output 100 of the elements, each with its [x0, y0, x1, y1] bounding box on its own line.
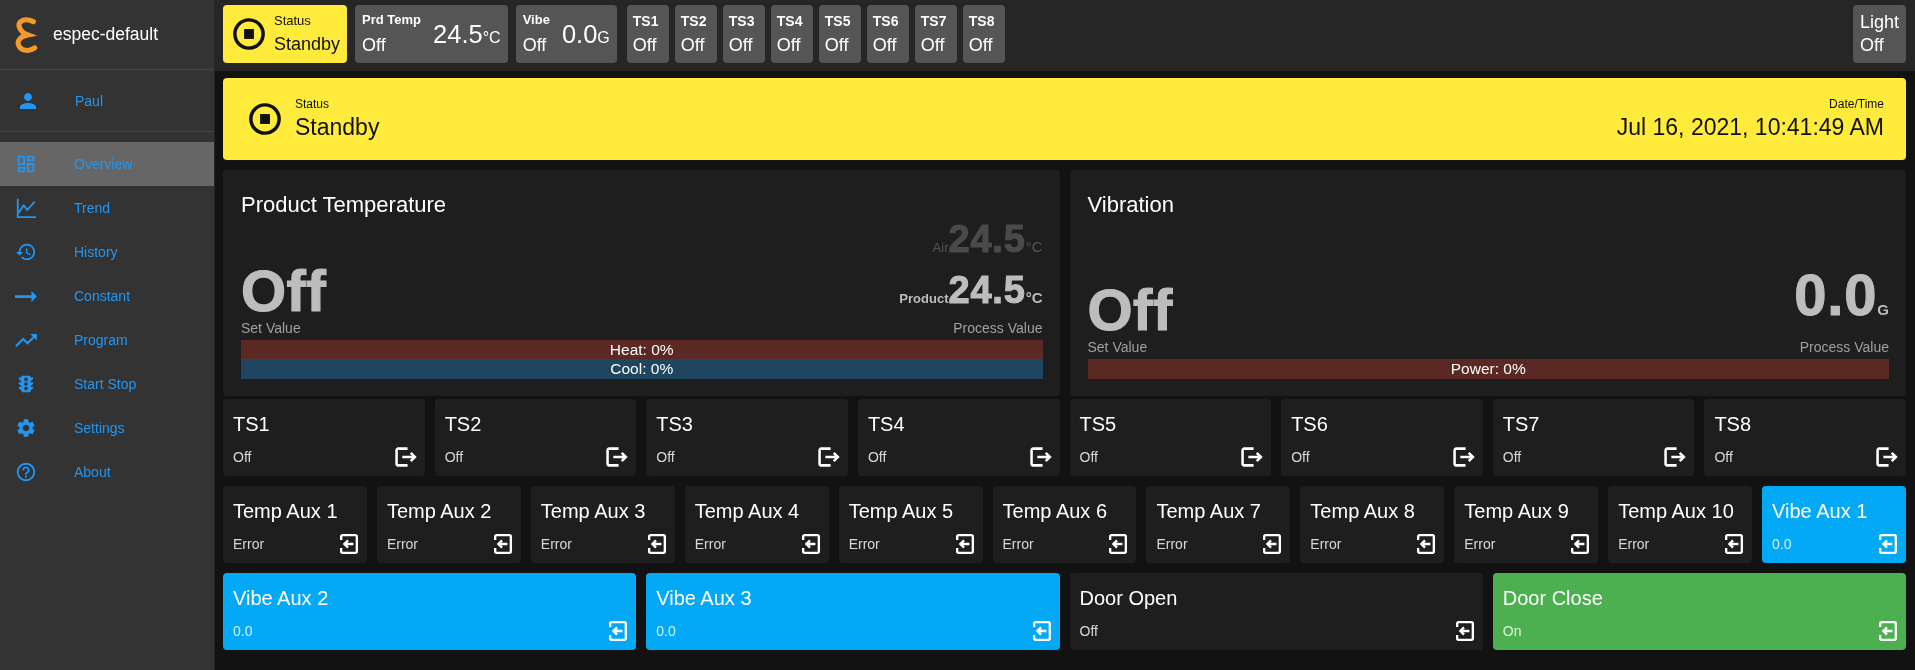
nav-item[interactable]: Program	[0, 318, 214, 362]
chip-label: Light	[1859, 12, 1899, 33]
box-arrow-left-icon	[492, 534, 513, 554]
box-arrow-right-icon	[394, 447, 417, 467]
box-arrow-right-icon	[1664, 447, 1687, 467]
tile-title: Temp Aux 8	[1310, 499, 1416, 523]
tile-title: Door Close	[1502, 586, 1604, 610]
tile-title: Temp Aux 2	[386, 499, 493, 523]
chip-value: Off	[362, 34, 387, 56]
chip-label: TS5	[824, 12, 851, 30]
tile-value: On	[1502, 622, 1522, 640]
tile-value: Off	[444, 448, 464, 466]
user-name: Paul	[75, 92, 104, 109]
set-value-label: Set Value	[241, 320, 301, 336]
unit-label: °C	[482, 29, 501, 47]
tile-value: Off	[1079, 448, 1098, 466]
tile-title: Temp Aux 10	[1618, 499, 1735, 523]
tile-title: TS4	[867, 412, 906, 436]
chip-value: Off	[872, 34, 898, 56]
box-arrow-left-icon	[1878, 621, 1898, 641]
box-arrow-right-icon	[1452, 447, 1475, 467]
chip-value: Off	[776, 34, 802, 56]
box-arrow-left-icon	[800, 534, 821, 554]
chip-reading: 0.0	[561, 19, 598, 49]
tile-title: TS3	[656, 412, 694, 436]
arrow-right-icon	[15, 290, 37, 302]
tile-title: Temp Aux 9	[1464, 499, 1570, 523]
logo-icon	[14, 15, 38, 54]
chip-label: TS3	[728, 12, 755, 30]
box-arrow-right-icon	[1241, 447, 1264, 467]
tile-value: Error	[540, 535, 572, 553]
output-bar: Heat: 0%	[241, 340, 1043, 360]
box-arrow-left-icon	[646, 534, 667, 554]
tile-value: Off	[867, 448, 887, 466]
settings-icon	[15, 417, 37, 439]
chip-value: Off	[824, 34, 850, 56]
chip-reading: 24.5	[433, 19, 483, 49]
box-arrow-left-icon	[1262, 534, 1283, 554]
tile-value: Error	[233, 535, 265, 553]
box-arrow-left-icon	[1108, 534, 1129, 554]
tile-title: TS7	[1502, 412, 1541, 436]
output-bar: Cool: 0%	[241, 359, 1043, 379]
tile-value: Off	[233, 448, 252, 466]
stop-circle-icon	[249, 103, 281, 135]
chip-value: Off	[1859, 35, 1885, 56]
chip-label: Prd Temp	[362, 12, 422, 28]
nav-item[interactable]: Start Stop	[0, 362, 214, 406]
tile-title: Temp Aux 4	[694, 499, 801, 523]
tile-title: Temp Aux 1	[233, 499, 339, 523]
tile-value: Error	[1464, 535, 1496, 553]
chip-label: Status	[274, 13, 312, 29]
tile-title: Vibe Aux 2	[233, 586, 330, 610]
help-icon	[15, 461, 37, 483]
unit-label: G	[1877, 300, 1889, 321]
nav-item[interactable]: History	[0, 230, 214, 274]
output-bar: Power: 0%	[1087, 359, 1889, 379]
nav-item[interactable]: Trend	[0, 186, 214, 230]
chip-value: Standby	[274, 33, 341, 55]
chip-label: TS7	[920, 12, 947, 30]
tile-value: Off	[1291, 448, 1310, 466]
tile-value: Off	[1714, 448, 1733, 466]
box-arrow-left-icon	[1570, 534, 1591, 554]
tile-title: Temp Aux 6	[1002, 499, 1109, 523]
tile-value: Error	[1310, 535, 1342, 553]
box-arrow-right-icon	[606, 447, 629, 467]
process-value-label: Process Value	[953, 320, 1043, 336]
chip-label: TS2	[680, 12, 707, 30]
box-arrow-left-icon	[954, 534, 975, 554]
chip-value: Off	[968, 34, 994, 56]
nav-item[interactable]: About	[0, 450, 214, 494]
dashboard-icon	[15, 153, 37, 175]
tile-title: TS5	[1079, 412, 1118, 436]
line-chart-icon	[15, 197, 37, 219]
chip-value: Off	[728, 34, 754, 56]
nav-item[interactable]: Settings	[0, 406, 214, 450]
tile-value: 0.0	[1772, 535, 1792, 553]
chip-label: TS6	[872, 12, 899, 30]
chip-value: Off	[522, 34, 548, 56]
unit-label: G	[597, 29, 610, 47]
tile-title: Temp Aux 3	[540, 499, 647, 523]
tile-title: Vibe Aux 1	[1772, 499, 1869, 523]
tile-title: Door Open	[1079, 586, 1179, 610]
tile-value: Error	[848, 535, 880, 553]
chip-label: TS1	[632, 12, 659, 30]
tile-title: TS1	[233, 412, 271, 436]
unit-label: °C	[1025, 289, 1043, 308]
stop-circle-icon	[233, 18, 265, 50]
box-arrow-left-icon	[1416, 534, 1437, 554]
tile-value: Error	[1618, 535, 1650, 553]
panel-title: Vibration	[1087, 192, 1175, 218]
tile-value: Error	[694, 535, 726, 553]
set-value: Off	[241, 262, 327, 320]
box-arrow-right-icon	[817, 447, 840, 467]
app-name: espec-default	[53, 24, 159, 45]
trending-up-icon	[15, 333, 37, 347]
tile-value: Error	[1002, 535, 1034, 553]
tile-value: Off	[656, 448, 675, 466]
box-arrow-left-icon	[1031, 621, 1052, 641]
chip-value: Off	[632, 34, 658, 56]
nav-item[interactable]: Constant	[0, 274, 214, 318]
